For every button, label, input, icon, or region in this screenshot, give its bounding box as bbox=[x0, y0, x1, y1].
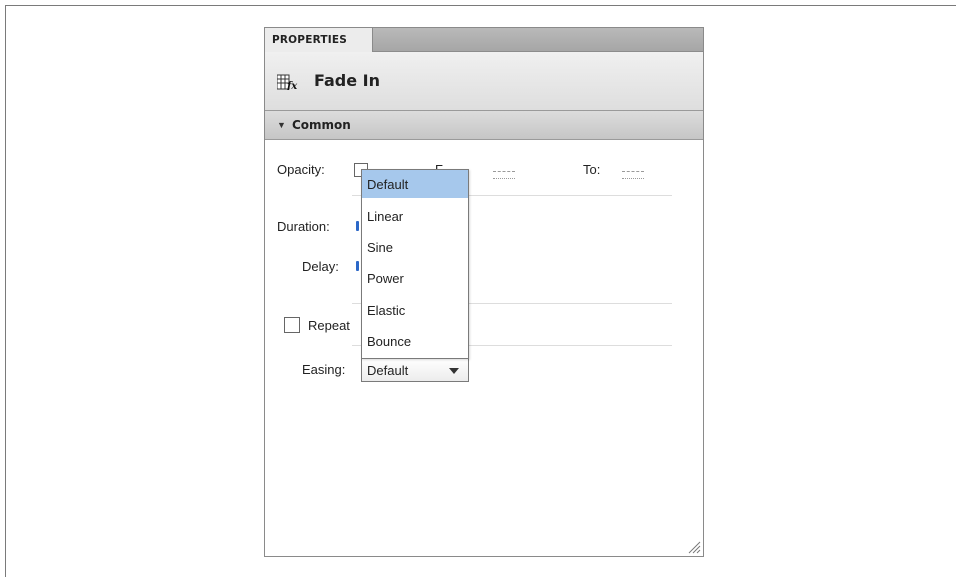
svg-text:fx: fx bbox=[286, 81, 298, 90]
delay-label: Delay: bbox=[302, 259, 339, 274]
panel-header: fx Fade In bbox=[265, 52, 703, 111]
effect-title: Fade In bbox=[314, 71, 381, 90]
repeat-checkbox[interactable] bbox=[284, 317, 300, 333]
easing-option-elastic[interactable]: Elastic bbox=[362, 296, 468, 324]
easing-dropdown-list: Default Linear Sine Power Elastic Bounce bbox=[361, 169, 469, 359]
opacity-to-value[interactable] bbox=[622, 171, 644, 179]
to-label: To: bbox=[583, 162, 601, 177]
resize-grip-icon[interactable] bbox=[687, 540, 701, 554]
section-common-label: Common bbox=[292, 118, 351, 132]
duration-label: Duration: bbox=[277, 219, 330, 234]
easing-option-power[interactable]: Power bbox=[362, 264, 468, 292]
easing-selected-value: Default bbox=[367, 363, 409, 378]
section-common-header[interactable]: ▼ Common bbox=[265, 111, 703, 140]
repeat-label: Repeat bbox=[308, 318, 350, 333]
panel-tab-bar: PROPERTIES bbox=[264, 27, 703, 53]
effect-fx-icon: fx bbox=[277, 74, 298, 90]
properties-panel: PROPERTIES fx Fade In ▼ Common Opacity: … bbox=[264, 27, 704, 557]
opacity-label: Opacity: bbox=[277, 162, 325, 177]
delay-value[interactable] bbox=[356, 261, 359, 271]
easing-option-linear[interactable]: Linear bbox=[362, 202, 468, 230]
easing-select[interactable]: Default bbox=[361, 358, 469, 382]
opacity-from-value[interactable] bbox=[493, 171, 515, 179]
chevron-down-icon[interactable] bbox=[449, 368, 459, 374]
easing-option-sine[interactable]: Sine bbox=[362, 233, 468, 261]
easing-option-default[interactable]: Default bbox=[362, 170, 468, 198]
tab-properties[interactable]: PROPERTIES bbox=[264, 27, 373, 53]
easing-option-bounce[interactable]: Bounce bbox=[362, 327, 468, 355]
duration-value[interactable] bbox=[356, 221, 359, 231]
disclosure-triangle-icon[interactable]: ▼ bbox=[277, 120, 286, 130]
easing-label: Easing: bbox=[302, 362, 346, 377]
